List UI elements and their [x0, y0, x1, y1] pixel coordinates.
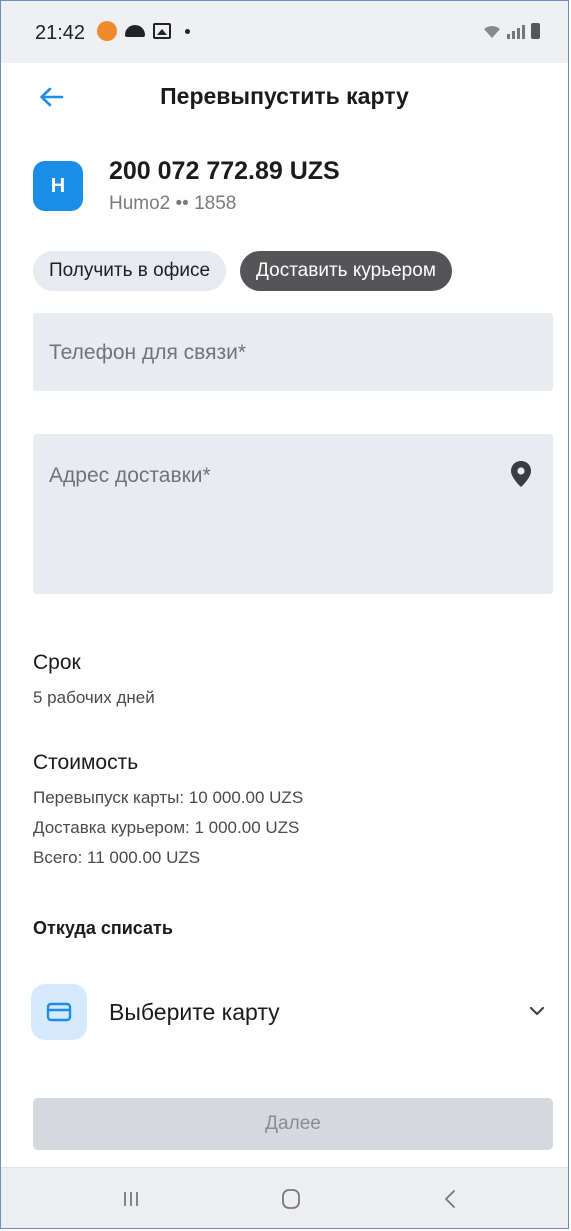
- cloud-icon: [125, 25, 145, 37]
- recent-apps-button[interactable]: [111, 1184, 151, 1214]
- term-value: 5 рабочих дней: [33, 688, 155, 707]
- status-system-icons: [483, 23, 540, 39]
- top-bar: Перевыпустить карту: [1, 63, 568, 133]
- cost-delivery-line: Доставка курьером: 1 000.00 UZS: [33, 818, 300, 837]
- cost-section: Стоимость Перевыпуск карты: 10 000.00 UZ…: [33, 751, 303, 873]
- phone-field[interactable]: Телефон для связи*: [33, 313, 553, 391]
- status-notification-icons: [97, 21, 190, 41]
- card-select-label: Выберите карту: [109, 999, 280, 1025]
- page-title: Перевыпустить карту: [160, 83, 409, 109]
- next-button[interactable]: Далее: [33, 1098, 553, 1150]
- home-button[interactable]: [271, 1184, 311, 1214]
- card-summary: H 200 072 772.89 UZS Humo2 •• 1858: [33, 151, 543, 221]
- source-title: Откуда списать: [33, 918, 173, 938]
- card-name-number: Humo2 •• 1858: [109, 193, 237, 214]
- card-logo-letter: H: [50, 174, 66, 197]
- card-select-dropdown[interactable]: Выберите карту: [31, 981, 553, 1043]
- recent-apps-icon: [124, 1192, 138, 1206]
- battery-icon: [531, 23, 540, 39]
- cost-title: Стоимость: [33, 751, 139, 774]
- cost-total-line: Всего: 11 000.00 UZS: [33, 848, 201, 867]
- chevron-left-icon: [445, 1190, 455, 1208]
- system-back-button[interactable]: [431, 1184, 471, 1214]
- location-pin-icon[interactable]: [509, 460, 533, 488]
- system-nav-bar: [1, 1167, 568, 1228]
- card-balance: 200 072 772.89 UZS: [109, 157, 340, 185]
- address-field[interactable]: Адрес доставки*: [33, 434, 553, 594]
- term-section: Срок 5 рабочих дней: [33, 651, 155, 713]
- status-bar: 21:42: [1, 1, 568, 63]
- home-icon: [282, 1189, 300, 1209]
- chip-courier-delivery[interactable]: Доставить курьером: [240, 251, 452, 291]
- chevron-down-icon: [529, 1006, 545, 1016]
- app-screen: 21:42 Перевыпустить карту H 200 072 772.…: [0, 0, 569, 1229]
- wifi-icon: [484, 26, 500, 38]
- signal-icon: [507, 25, 525, 39]
- app-notification-icon: [97, 21, 117, 41]
- address-field-placeholder: Адрес доставки*: [49, 464, 211, 487]
- cost-reissue-line: Перевыпуск карты: 10 000.00 UZS: [33, 788, 304, 807]
- delivery-method-selector: Получить в офисе Доставить курьером: [33, 251, 452, 291]
- humo-logo-icon: H: [33, 161, 83, 211]
- gallery-icon: [153, 23, 171, 39]
- card-icon-badge: [31, 984, 87, 1040]
- phone-field-placeholder: Телефон для связи*: [49, 341, 246, 364]
- term-title: Срок: [33, 651, 81, 674]
- card-icon: [46, 1002, 72, 1022]
- chip-pickup-office[interactable]: Получить в офисе: [33, 251, 227, 291]
- status-time: 21:42: [35, 22, 86, 44]
- more-dot-icon: [185, 28, 190, 34]
